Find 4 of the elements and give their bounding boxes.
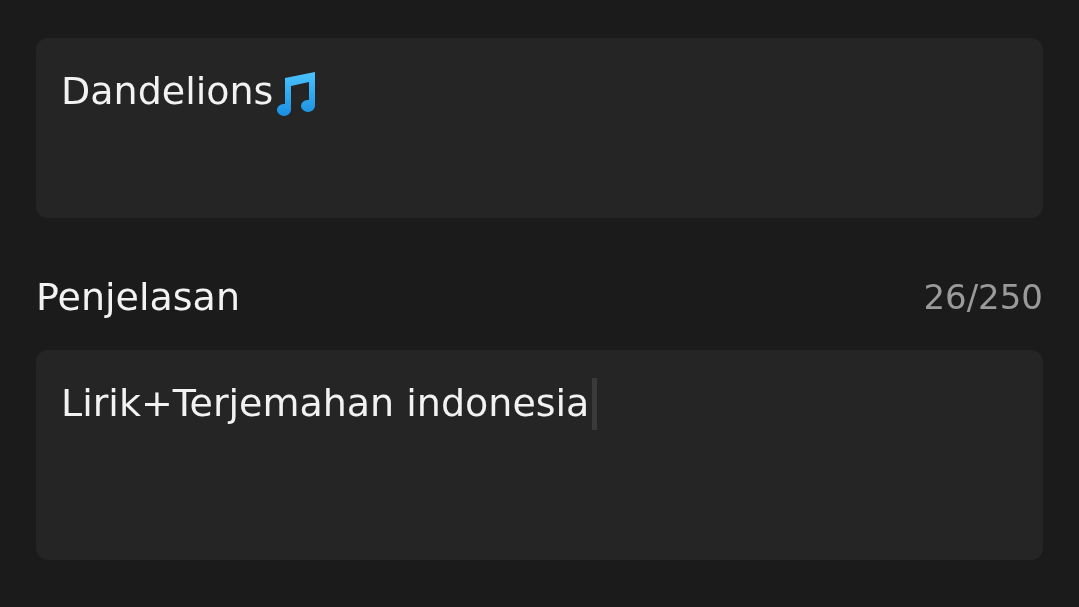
field-label: Penjelasan — [36, 275, 240, 319]
description-field[interactable]: Lirik+Terjemahan indonesia — [36, 350, 1043, 560]
title-field[interactable]: Dandelions — [36, 38, 1043, 218]
character-counter: 26/250 — [923, 277, 1043, 317]
